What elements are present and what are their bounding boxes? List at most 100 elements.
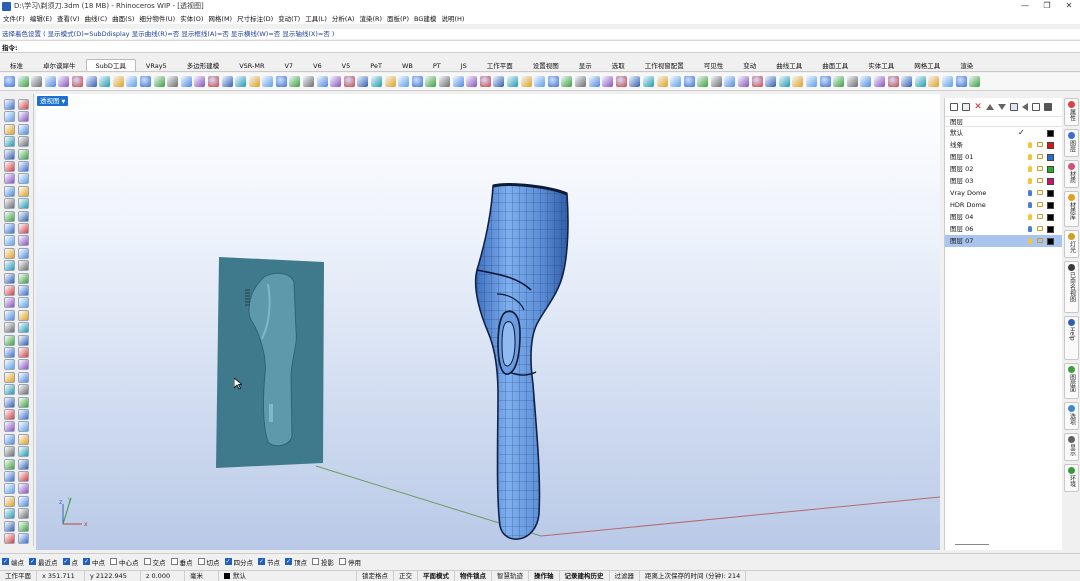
tool-icon[interactable] <box>670 76 682 87</box>
tool-icon[interactable] <box>398 76 410 87</box>
tool-icon[interactable] <box>588 76 600 87</box>
layer-color-swatch[interactable] <box>1047 214 1054 221</box>
tool-icon[interactable] <box>4 285 15 296</box>
menu-item[interactable]: 工具(L) <box>305 13 327 23</box>
tool-icon[interactable] <box>4 347 15 358</box>
menu-item[interactable]: 查看(V) <box>57 13 80 23</box>
toolbar-tab[interactable]: 显示 <box>569 59 602 71</box>
tool-icon[interactable] <box>4 309 15 321</box>
layer-color-swatch[interactable] <box>1047 190 1054 197</box>
toolbar-tab[interactable]: SubD工具 <box>85 59 136 71</box>
osnap-checkbox[interactable]: 投影 <box>312 557 334 567</box>
tool-icon[interactable] <box>4 260 15 272</box>
tool-icon[interactable] <box>819 76 831 87</box>
menu-item[interactable]: 文件(F) <box>3 13 25 23</box>
tool-icon[interactable] <box>4 223 15 234</box>
tool-icon[interactable] <box>235 76 247 87</box>
tool-icon[interactable] <box>18 136 29 148</box>
tool-icon[interactable] <box>561 76 573 87</box>
command-input[interactable] <box>17 41 1080 52</box>
side-tab[interactable]: 环境 <box>1064 464 1079 492</box>
cplane-indicator[interactable]: 工作平面 <box>0 571 37 581</box>
side-tab[interactable]: 图层面 <box>1064 363 1079 399</box>
toolbar-tab[interactable]: JS <box>451 59 477 71</box>
layer-row[interactable]: 线条 <box>945 139 1062 151</box>
tool-icon[interactable] <box>901 76 913 87</box>
tool-icon[interactable] <box>153 76 165 87</box>
tool-icon[interactable] <box>4 297 15 309</box>
tool-icon[interactable] <box>479 76 491 87</box>
tool-icon[interactable] <box>642 76 654 87</box>
tool-icon[interactable] <box>18 247 29 259</box>
tool-icon[interactable] <box>180 76 192 87</box>
toolbar-tab[interactable]: 卓尔谟犀牛 <box>33 59 86 71</box>
side-tab[interactable]: 已命名视图 <box>1064 261 1079 313</box>
lock-icon[interactable] <box>1037 202 1043 207</box>
tool-icon[interactable] <box>112 76 124 87</box>
tool-icon[interactable] <box>343 76 355 87</box>
tool-icon[interactable] <box>248 76 260 87</box>
lightbulb-icon[interactable] <box>1028 178 1032 184</box>
tool-icon[interactable] <box>4 123 15 135</box>
lock-icon[interactable] <box>1037 226 1043 231</box>
tool-icon[interactable] <box>58 76 70 87</box>
tool-icon[interactable] <box>221 76 233 87</box>
menu-item[interactable]: 曲面(S) <box>112 13 134 23</box>
side-tab[interactable]: Help <box>1064 316 1079 360</box>
tool-icon[interactable] <box>928 76 940 87</box>
layer-row[interactable]: 图层 04 <box>945 211 1062 223</box>
layer-row[interactable]: 图层 07 <box>945 235 1062 247</box>
tool-icon[interactable] <box>18 483 29 495</box>
toolbar-tab[interactable]: 曲面工具 <box>812 59 858 71</box>
tool-icon[interactable] <box>99 76 111 87</box>
perspective-viewport[interactable]: x y z <box>36 94 940 550</box>
tool-icon[interactable] <box>4 371 15 383</box>
tool-icon[interactable] <box>574 76 586 87</box>
menu-item[interactable]: 分析(A) <box>332 13 355 23</box>
tool-icon[interactable] <box>534 76 546 87</box>
tool-icon[interactable] <box>4 235 15 247</box>
tool-icon[interactable] <box>18 508 29 520</box>
toolbar-tab[interactable]: 实体工具 <box>858 59 904 71</box>
tool-icon[interactable] <box>411 76 423 87</box>
tool-icon[interactable] <box>357 76 369 87</box>
layer-row[interactable]: Vray Dome <box>945 187 1062 199</box>
tool-icon[interactable] <box>425 76 437 87</box>
side-tab[interactable]: 材质库 <box>1064 191 1079 227</box>
toolbar-tab[interactable]: VSR-MR <box>229 59 274 71</box>
tool-icon[interactable] <box>4 359 15 371</box>
tool-icon[interactable] <box>18 433 29 445</box>
tool-icon[interactable] <box>4 99 15 110</box>
toolbar-tab[interactable]: PT <box>423 59 451 71</box>
tool-icon[interactable] <box>4 533 15 544</box>
reference-image-plane[interactable] <box>216 257 324 468</box>
menu-item[interactable]: 网格(M) <box>208 13 232 23</box>
tool-icon[interactable] <box>4 210 15 222</box>
tool-icon[interactable] <box>18 297 29 309</box>
layer-color-swatch[interactable] <box>1047 226 1054 233</box>
toolbar-tab[interactable]: 选取 <box>602 59 635 71</box>
layer-row[interactable]: 图层 01 <box>945 151 1062 163</box>
toolbar-tab[interactable]: V7 <box>274 59 303 71</box>
lightbulb-icon[interactable] <box>1028 202 1032 208</box>
menu-item[interactable]: 实体(O) <box>180 13 203 23</box>
lock-icon[interactable] <box>1037 166 1043 171</box>
tool-icon[interactable] <box>18 123 29 135</box>
tool-icon[interactable] <box>384 76 396 87</box>
layer-row[interactable]: 图层 06 <box>945 223 1062 235</box>
menu-item[interactable]: 变动(T) <box>278 13 300 23</box>
lock-icon[interactable] <box>1037 142 1043 147</box>
tool-icon[interactable] <box>316 76 328 87</box>
current-layer-indicator[interactable]: 默认 <box>219 571 357 581</box>
tool-icon[interactable] <box>18 421 29 433</box>
lightbulb-icon[interactable] <box>1028 214 1032 220</box>
tool-icon[interactable] <box>4 111 15 123</box>
lightbulb-icon[interactable] <box>1028 142 1032 148</box>
toolbar-tab[interactable]: 曲线工具 <box>766 59 812 71</box>
tool-icon[interactable] <box>167 76 179 87</box>
lightbulb-icon[interactable] <box>1028 226 1032 232</box>
close-button[interactable]: ✕ <box>1058 0 1080 12</box>
side-tab[interactable]: 显示 <box>1064 433 1079 461</box>
tool-icon[interactable] <box>4 396 15 408</box>
status-toggle[interactable]: 锁定格点 <box>357 571 394 581</box>
